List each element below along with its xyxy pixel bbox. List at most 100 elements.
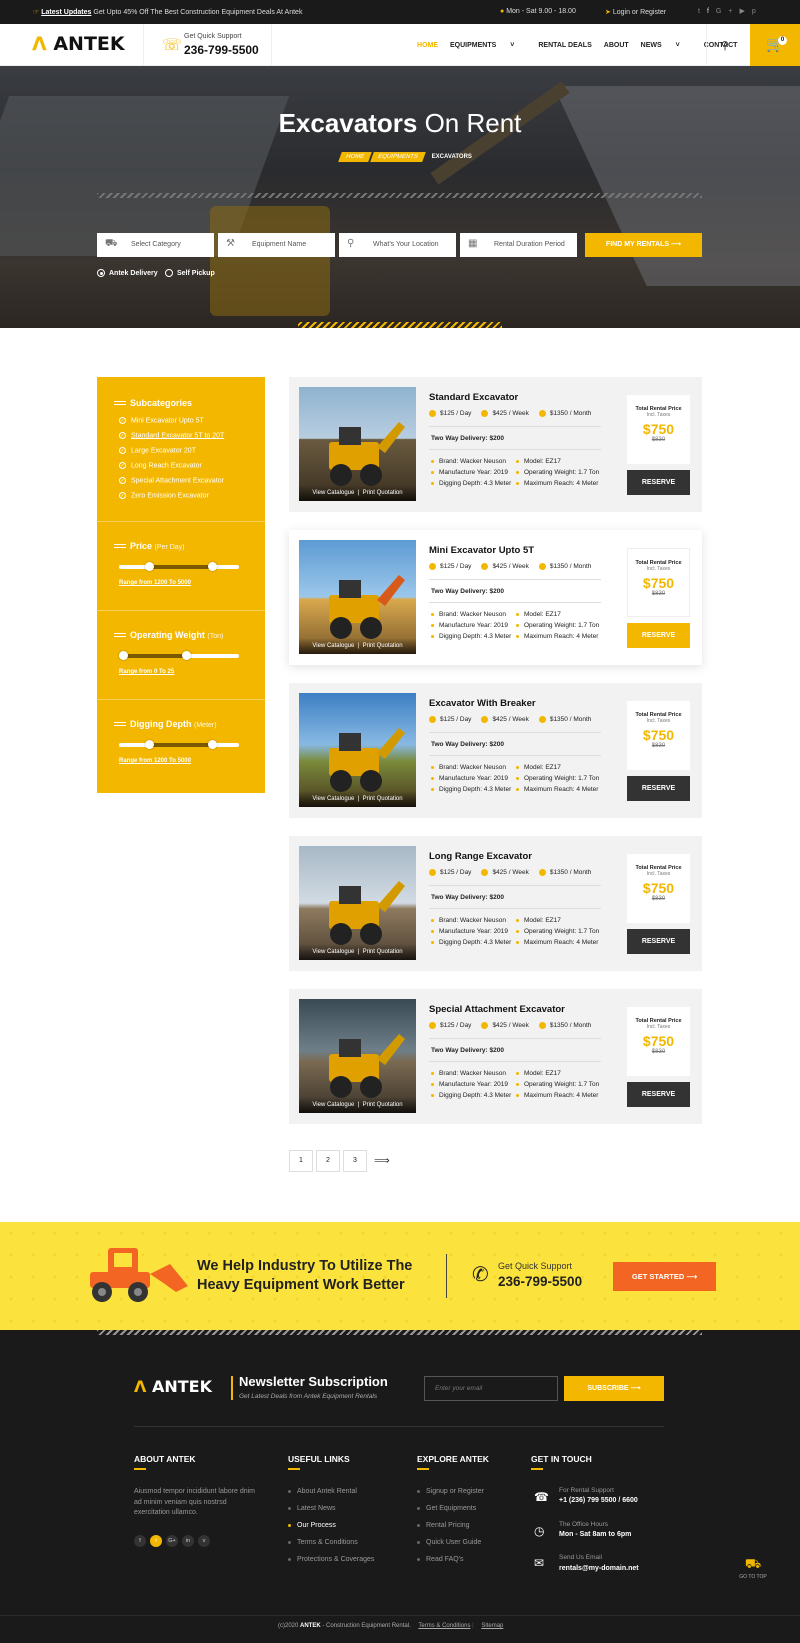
price-slider[interactable]	[119, 562, 239, 571]
google-plus-icon[interactable]: G+	[716, 8, 740, 15]
cart-button[interactable]: 🛒 0	[750, 24, 800, 66]
print-quotation-link[interactable]: Print Quotation	[363, 490, 403, 496]
subcat-item[interactable]: ✓ Long Reach Excavator	[119, 462, 202, 469]
slider-handle-min[interactable]	[144, 562, 154, 571]
reserve-button[interactable]: RESERVE	[627, 1082, 690, 1107]
breadcrumb-equipments[interactable]: EQUIPMENTS	[370, 152, 426, 162]
self-pickup-radio[interactable]: Self Pickup	[165, 269, 215, 277]
page-3-button[interactable]: 3	[343, 1150, 367, 1172]
footer-link[interactable]: About Antek Rental	[288, 1488, 357, 1495]
footer-link[interactable]: Our Process	[288, 1522, 336, 1529]
sitemap-link[interactable]: Sitemap	[481, 1623, 503, 1629]
product-title[interactable]: Long Range Excavator	[429, 851, 532, 862]
slider-handle-min[interactable]	[119, 651, 128, 660]
subscribe-button[interactable]: SUBSCRIBE ⟶	[564, 1376, 664, 1401]
facebook-icon[interactable]: f	[134, 1535, 146, 1547]
cta-phone[interactable]: 236-799-5500	[498, 1274, 582, 1289]
total-price: $750	[642, 880, 675, 896]
search-icon[interactable]: ⚲	[721, 39, 729, 52]
google-plus-icon[interactable]: G+	[166, 1535, 178, 1547]
category-select[interactable]: ⛟ Select Category	[97, 233, 214, 257]
product-image[interactable]: View Catalogue | Print Quotation	[299, 540, 416, 654]
newsletter-email-input[interactable]: Enter your email	[424, 1376, 558, 1401]
nav-rental-deals[interactable]: RENTAL DEALS	[538, 42, 591, 49]
slider-handle-max[interactable]	[207, 562, 217, 571]
subcat-item[interactable]: ✓ Standard Excavator 5T to 20T	[119, 432, 224, 439]
footer-link[interactable]: Signup or Register	[417, 1488, 484, 1495]
next-page-icon[interactable]: ⟹	[374, 1150, 390, 1172]
find-rentals-button[interactable]: FIND MY RENTALS ⟶	[585, 233, 702, 257]
view-catalogue-link[interactable]: View Catalogue	[312, 490, 354, 496]
contact-phone[interactable]: +1 (236) 799 5500 / 6600	[559, 1497, 638, 1504]
product-image[interactable]: View Catalogue | Print Quotation	[299, 999, 416, 1113]
page-title-bold: Excavators	[278, 108, 418, 138]
get-started-button[interactable]: GET STARTED ⟶	[613, 1262, 716, 1291]
product-image[interactable]: View Catalogue | Print Quotation	[299, 846, 416, 960]
nav-about[interactable]: ABOUT	[604, 42, 629, 49]
slider-handle-min[interactable]	[144, 740, 154, 749]
support-phone[interactable]: 236-799-5500	[184, 43, 259, 57]
linkedin-icon[interactable]: in	[182, 1535, 194, 1547]
twitter-icon[interactable]: t	[150, 1535, 162, 1547]
print-quotation-link[interactable]: Print Quotation	[363, 796, 403, 802]
view-catalogue-link[interactable]: View Catalogue	[312, 796, 354, 802]
reserve-button[interactable]: RESERVE	[627, 776, 690, 801]
depth-filter: Digging Depth (Meter) Range from 1200 To…	[97, 700, 265, 793]
footer-link[interactable]: Get Equipments	[417, 1505, 476, 1512]
subcat-item[interactable]: ✓ Special Attachment Excavator	[119, 477, 224, 484]
print-quotation-link[interactable]: Print Quotation	[363, 643, 403, 649]
footer-link[interactable]: Rental Pricing	[417, 1522, 470, 1529]
location-input[interactable]: ⚲ What's Your Location	[339, 233, 456, 257]
facebook-icon[interactable]: f	[707, 8, 716, 15]
nav-home[interactable]: HOME	[417, 42, 438, 49]
product-title[interactable]: Excavator With Breaker	[429, 698, 536, 709]
vimeo-icon[interactable]: v	[198, 1535, 210, 1547]
view-catalogue-link[interactable]: View Catalogue	[312, 1102, 354, 1108]
site-logo[interactable]: Λ ANTEK	[32, 33, 125, 55]
reserve-button[interactable]: RESERVE	[627, 929, 690, 954]
subcat-item[interactable]: ✓ Large Excavator 20T	[119, 447, 196, 454]
footer-link[interactable]: Latest News	[288, 1505, 336, 1512]
slider-handle-max[interactable]	[207, 740, 217, 749]
spec-depth: Digging Depth: 4.3 Meter	[431, 786, 511, 793]
login-register-link[interactable]: ➤ Login or Register	[605, 8, 666, 16]
antek-delivery-radio[interactable]: Antek Delivery	[97, 269, 158, 277]
page-2-button[interactable]: 2	[316, 1150, 340, 1172]
duration-select[interactable]: ▦ Rental Duration Period	[460, 233, 577, 257]
go-to-top-button[interactable]: ⛟ GO TO TOP	[736, 1556, 770, 1580]
footer-link[interactable]: Quick User Guide	[417, 1539, 481, 1546]
footer-link[interactable]: Protections & Coverages	[288, 1556, 374, 1563]
price-dot-icon	[429, 563, 436, 570]
twitter-icon[interactable]: t	[698, 8, 707, 15]
pinterest-icon[interactable]: p	[752, 8, 763, 15]
contact-email[interactable]: rentals@my-domain.net	[559, 1565, 639, 1572]
nav-news[interactable]: NEWS ˅	[641, 42, 692, 49]
nav-equipments[interactable]: EQUIPMENTS ˅	[450, 42, 526, 49]
latest-updates-link[interactable]: Latest Updates	[41, 9, 91, 16]
product-title[interactable]: Standard Excavator	[429, 392, 518, 403]
breadcrumb-home[interactable]: HOME	[338, 152, 372, 162]
print-quotation-link[interactable]: Print Quotation	[363, 949, 403, 955]
view-catalogue-link[interactable]: View Catalogue	[312, 949, 354, 955]
product-title[interactable]: Special Attachment Excavator	[429, 1004, 565, 1015]
subcat-item[interactable]: ✓ Mini Excavator Upto 5T	[119, 417, 204, 424]
footer-link[interactable]: Read FAQ's	[417, 1556, 464, 1563]
depth-slider[interactable]	[119, 740, 239, 749]
product-image[interactable]: View Catalogue | Print Quotation	[299, 693, 416, 807]
reserve-button[interactable]: RESERVE	[627, 623, 690, 648]
page-1-button[interactable]: 1	[289, 1150, 313, 1172]
print-quotation-link[interactable]: Print Quotation	[363, 1102, 403, 1108]
terms-link[interactable]: Terms & Conditions	[418, 1623, 470, 1629]
product-title[interactable]: Mini Excavator Upto 5T	[429, 545, 534, 556]
product-image[interactable]: View Catalogue | Print Quotation	[299, 387, 416, 501]
youtube-icon[interactable]: ▶	[739, 8, 751, 15]
reserve-button[interactable]: RESERVE	[627, 470, 690, 495]
footer-link[interactable]: Terms & Conditions	[288, 1539, 358, 1546]
slider-handle-max[interactable]	[182, 651, 192, 660]
view-catalogue-link[interactable]: View Catalogue	[312, 643, 354, 649]
footer-logo[interactable]: Λ ANTEK	[134, 1377, 212, 1396]
office-hours-text: Mon - Sat 9.00 - 18.00	[506, 8, 576, 15]
weight-slider[interactable]	[119, 651, 239, 660]
equipment-name-input[interactable]: ⚒ Equipment Name	[218, 233, 335, 257]
subcat-item[interactable]: ✓ Zero Emission Excavator	[119, 492, 209, 499]
